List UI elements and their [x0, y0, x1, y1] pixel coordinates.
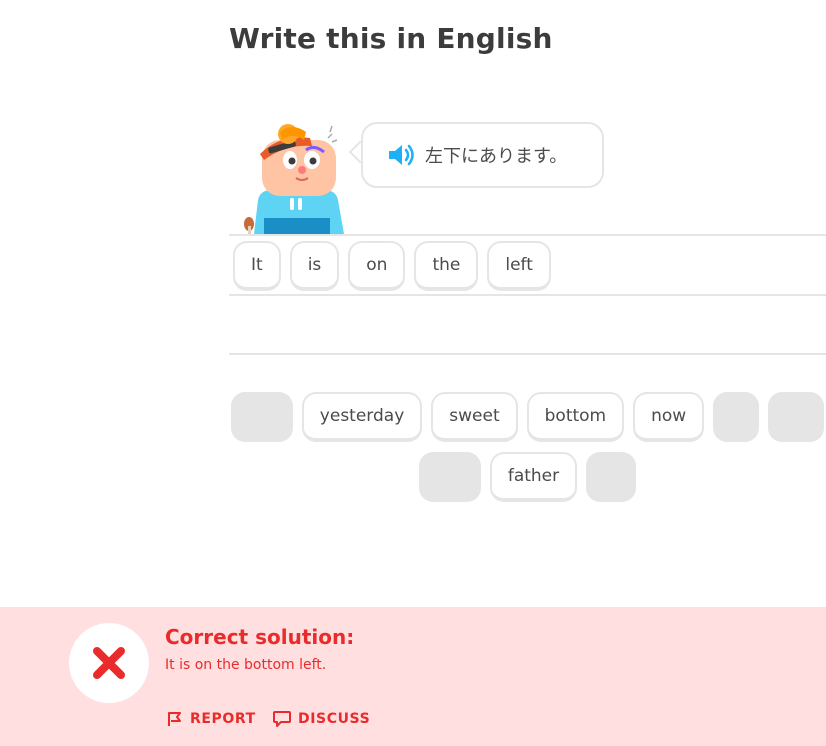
feedback-title: Correct solution: [165, 625, 355, 649]
empty-word-slot [418, 452, 481, 502]
word-bank-chip[interactable]: father [489, 452, 578, 502]
report-button[interactable]: REPORT [166, 710, 256, 728]
empty-word-slot [713, 392, 760, 442]
answer-line-bottom [229, 353, 826, 355]
comment-icon [273, 711, 291, 727]
word-bank: yesterday sweet bottom now father [229, 392, 826, 512]
answer-line-top [229, 234, 826, 236]
flag-icon [168, 712, 181, 726]
discuss-label: DISCUSS [298, 711, 371, 727]
status-badge [69, 623, 149, 703]
speech-bubble: 左下にあります。 [361, 122, 604, 188]
word-bank-chip[interactable]: sweet [431, 392, 518, 442]
answer-word[interactable]: the [414, 241, 479, 291]
empty-word-slot [230, 392, 293, 442]
page-title: Write this in English [229, 22, 553, 55]
word-bank-chip[interactable]: bottom [526, 392, 625, 442]
answer-area: It is on the left [233, 241, 551, 291]
speaker-icon[interactable] [387, 142, 417, 168]
word-bank-chip[interactable]: now [633, 392, 705, 442]
empty-word-slot [586, 452, 637, 502]
discuss-button[interactable]: DISCUSS [272, 710, 370, 728]
answer-word[interactable]: It [233, 241, 281, 291]
correct-solution-text: It is on the bottom left. [165, 657, 327, 673]
feedback-panel: Correct solution: It is on the bottom le… [0, 607, 826, 746]
prompt-sentence: 左下にあります。 [425, 146, 568, 167]
answer-word[interactable]: is [289, 241, 340, 291]
answer-line-middle [229, 294, 826, 296]
answer-word[interactable]: left [487, 241, 551, 291]
report-label: REPORT [190, 711, 256, 727]
x-icon [93, 647, 125, 679]
word-bank-row: yesterday sweet bottom now [229, 392, 826, 442]
answer-word[interactable]: on [348, 241, 406, 291]
word-bank-row: father [229, 452, 826, 502]
word-bank-chip[interactable]: yesterday [301, 392, 423, 442]
character-illustration [240, 120, 350, 236]
empty-word-slot [768, 392, 825, 442]
